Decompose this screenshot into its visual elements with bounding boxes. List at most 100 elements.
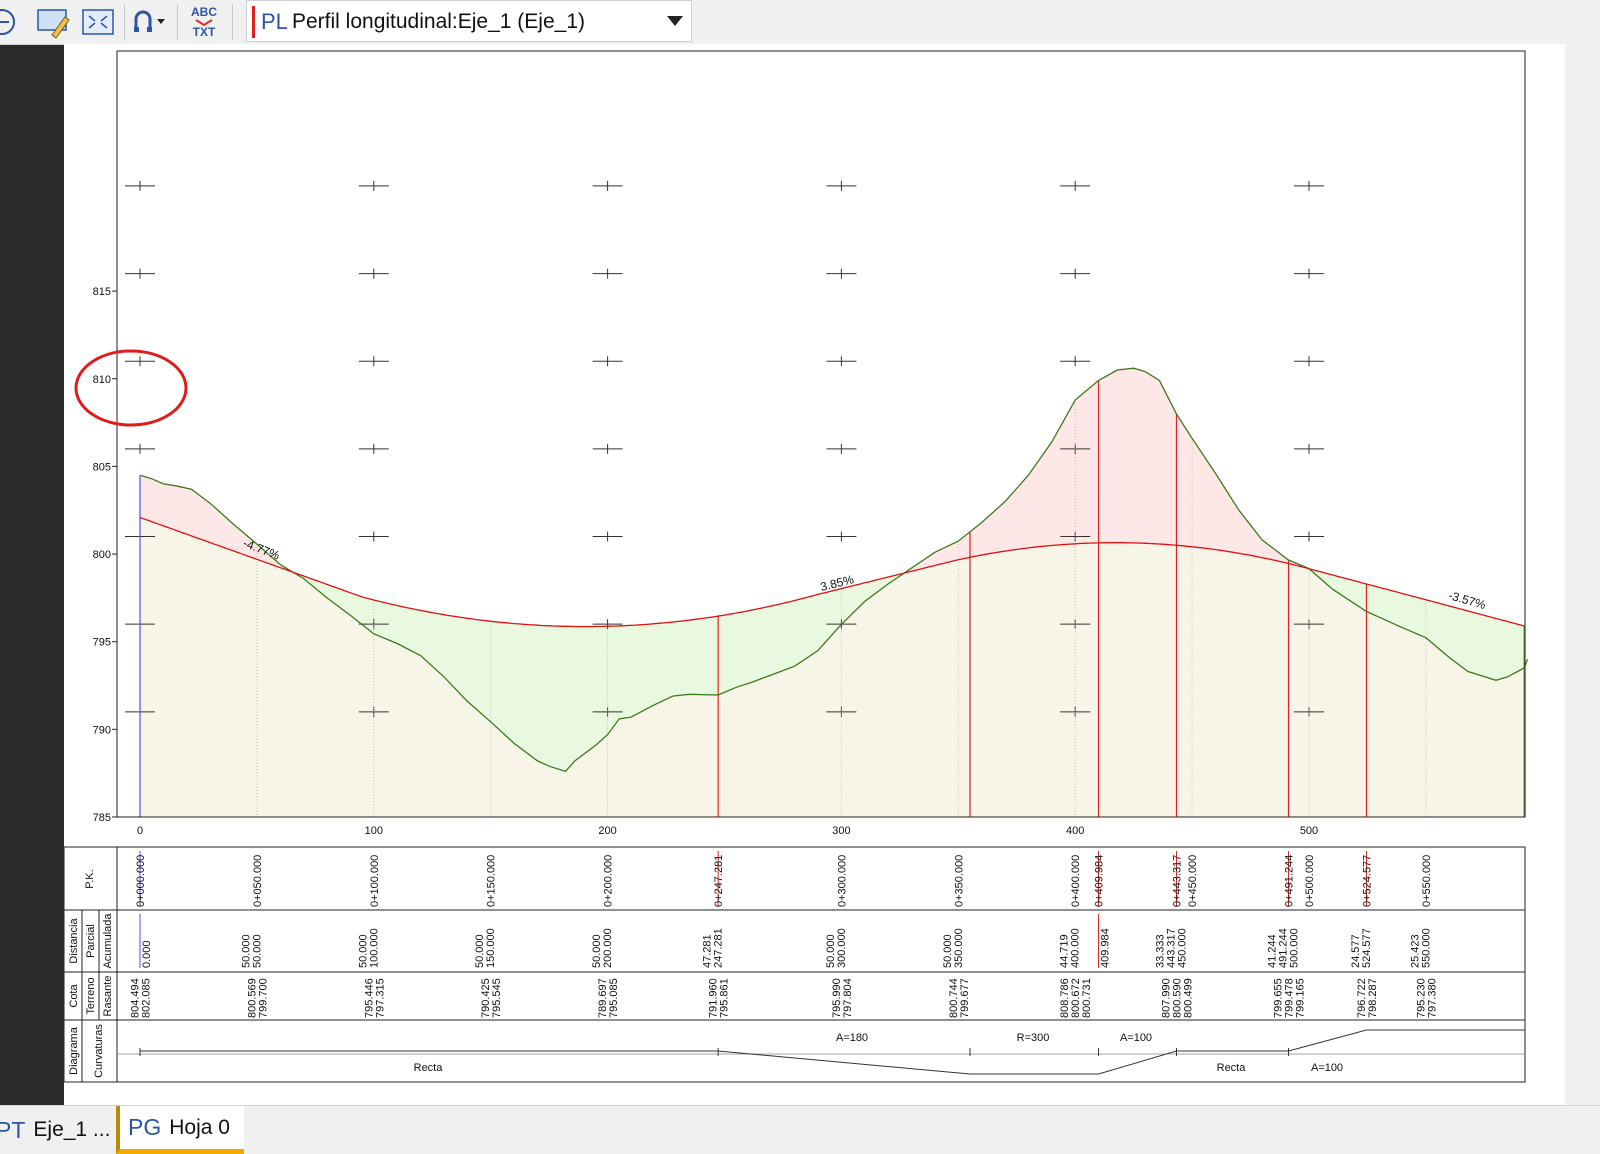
pk-value: 0+409.984 <box>1094 855 1106 907</box>
text-style-icon[interactable]: ABC TXT <box>183 0 225 44</box>
abc-label: ABC <box>191 4 217 19</box>
distance-value: 450.000 <box>1176 928 1188 968</box>
y-axis-tick-label: 790 <box>93 724 111 736</box>
grid-cross-marker <box>358 443 389 454</box>
curvature-label: R=300 <box>1017 1032 1050 1044</box>
elevation-value: 802.085 <box>141 978 153 1018</box>
band-label-rasante: Rasante <box>102 976 114 1017</box>
x-axis-tick-label: 400 <box>1066 825 1084 837</box>
grid-cross-marker <box>592 443 623 454</box>
x-axis-tick-label: 200 <box>598 825 616 837</box>
tab-type-prefix: PT <box>0 1116 26 1143</box>
grid-cross-marker <box>125 180 155 191</box>
tab-label: Hoja 0 <box>169 1115 230 1139</box>
pk-value: 0+491.244 <box>1284 855 1296 907</box>
pk-value: 0+200.000 <box>603 855 615 907</box>
elevation-value: 797.804 <box>842 978 854 1018</box>
grid-cross-marker <box>1294 531 1324 542</box>
grid-cross-marker <box>1294 356 1324 367</box>
dropdown-arrow-icon[interactable] <box>667 16 683 26</box>
grid-cross-marker <box>592 356 623 367</box>
view-title: Perfil longitudinal:Eje_1 (Eje_1) <box>292 10 586 33</box>
view-color-bar <box>252 6 255 38</box>
pk-value: 0+150.000 <box>486 855 498 907</box>
x-axis-tick-label: 100 <box>365 825 383 837</box>
y-axis-tick-label: 785 <box>93 812 111 824</box>
pk-value: 0+400.000 <box>1070 855 1082 907</box>
elevation-value: 799.700 <box>257 978 269 1018</box>
drawing-sheet: 785 790 795 800 805 810 815 0 100 200 300 400 500 -4.… <box>63 44 1565 1105</box>
elevation-value: 795.861 <box>719 978 731 1018</box>
x-axis-tick-label: 500 <box>1300 825 1318 837</box>
fit-extents-icon[interactable] <box>80 0 116 44</box>
tab-eje-1[interactable]: PT Eje_1 ... <box>0 1106 110 1154</box>
elevation-value: 795.085 <box>608 978 620 1018</box>
pk-value: 0+443.317 <box>1171 855 1183 907</box>
pk-value: 0+050.000 <box>252 855 264 907</box>
view-type-prefix: PL <box>261 9 288 34</box>
grid-cross-marker <box>1294 180 1324 191</box>
band-label-curvaturas: Curvaturas <box>93 1024 105 1078</box>
grid-cross-marker <box>826 531 857 542</box>
grid-cross-marker <box>826 356 857 367</box>
elevation-value: 795.545 <box>491 978 503 1018</box>
grid-cross-marker <box>125 443 155 454</box>
band-label-parcial: Parcial <box>85 924 97 958</box>
y-axis-tick-label: 815 <box>93 286 111 298</box>
longitudinal-profile-drawing[interactable]: 7857907958008058108150 100 200 300 400 500-4.… <box>63 44 1565 1105</box>
right-panel <box>1565 44 1600 1105</box>
pk-value: 0+000.000 <box>135 855 147 907</box>
grid-cross-marker <box>1060 180 1091 191</box>
band-label-diagrama: Diagrama <box>68 1026 80 1075</box>
elevation-value: 800.499 <box>1182 978 1194 1018</box>
x-axis-tick-label: 300 <box>832 825 850 837</box>
pk-value: 0+450.000 <box>1187 855 1199 907</box>
distance-value: 50.000 <box>251 934 263 968</box>
distance-value: 150.000 <box>485 928 497 968</box>
snap-magnet-icon[interactable] <box>130 0 170 44</box>
grid-cross-marker <box>1294 268 1324 279</box>
grid-cross-marker <box>826 180 857 191</box>
grid-cross-marker <box>592 268 623 279</box>
elevation-value: 799.677 <box>959 978 971 1018</box>
curvature-label: A=100 <box>1311 1062 1343 1074</box>
distance-value: 500.000 <box>1289 928 1301 968</box>
grid-cross-marker <box>826 268 857 279</box>
tab-hoja-0[interactable]: PG Hoja 0 <box>116 1106 244 1154</box>
edit-pencil-icon[interactable] <box>34 0 72 44</box>
elevation-value: 800.731 <box>1081 978 1093 1018</box>
pk-value: 0+100.000 <box>369 855 381 907</box>
curvature-label: Recta <box>1217 1062 1247 1074</box>
y-axis-tick-label: 810 <box>93 374 111 386</box>
tab-type-prefix: PG <box>128 1114 162 1140</box>
zoom-out-icon[interactable] <box>0 0 24 44</box>
pk-value: 0+300.000 <box>836 855 848 907</box>
curvature-label: A=100 <box>1120 1032 1152 1044</box>
distance-value: 550.000 <box>1420 928 1432 968</box>
distance-value: 409.984 <box>1100 928 1112 968</box>
toolbar: ABC TXT PL Perfil longitudinal:Eje_1 (Ej… <box>0 0 1600 45</box>
pk-value: 0+500.000 <box>1304 855 1316 907</box>
elevation-value: 798.287 <box>1367 978 1379 1018</box>
distance-value: 400.000 <box>1070 928 1082 968</box>
grid-cross-marker <box>592 180 623 191</box>
y-axis-tick-label: 805 <box>93 461 111 473</box>
distance-value: 200.000 <box>602 928 614 968</box>
grid-cross-marker <box>358 180 389 191</box>
curvature-label: Recta <box>414 1062 444 1074</box>
grid-cross-marker <box>125 268 155 279</box>
grid-cross-marker <box>826 443 857 454</box>
distance-value: 300.000 <box>836 928 848 968</box>
grid-cross-marker <box>1060 268 1091 279</box>
grid-cross-marker <box>1294 443 1324 454</box>
distance-value: 247.281 <box>713 928 725 968</box>
view-selector-dropdown[interactable]: PL Perfil longitudinal:Eje_1 (Eje_1) <box>246 0 692 42</box>
txt-label: TXT <box>192 24 216 39</box>
grid-cross-marker <box>358 268 389 279</box>
band-label-cota: Cota <box>68 984 80 1008</box>
elevation-value: 797.315 <box>374 978 386 1018</box>
y-axis-tick-label: 800 <box>93 549 111 561</box>
distance-value: 350.000 <box>953 928 965 968</box>
x-axis-tick-label: 0 <box>137 825 143 837</box>
band-label-distancia: Distancia <box>68 918 80 964</box>
